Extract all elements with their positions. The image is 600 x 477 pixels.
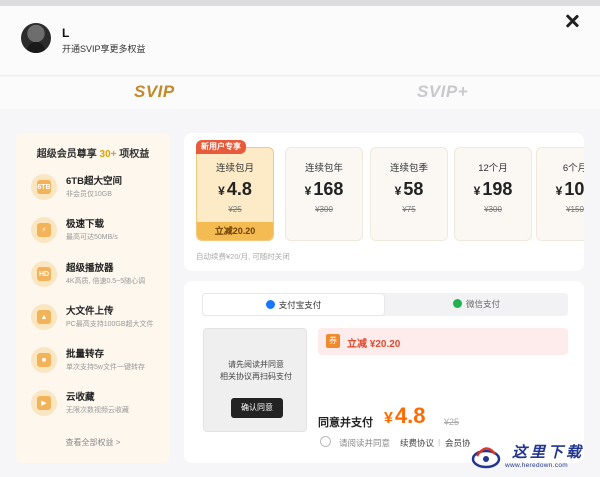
avatar [21, 23, 51, 53]
plan-original-price: ¥150 [566, 205, 584, 214]
plan-price: ¥198 [473, 179, 513, 199]
plan-price: ¥4.8 [218, 179, 252, 199]
benefits-count: 30+ [99, 149, 117, 160]
benefit-desc: PC最高支持100GB超大文件 [66, 321, 154, 328]
membership-tab-bar: SVIP SVIP+ [0, 77, 600, 109]
plan-name: 连续包年 [304, 163, 343, 174]
benefits-title: 超级会员尊享 30+ 项权益 [36, 149, 150, 160]
benefit-name: 批量转存 [66, 349, 105, 360]
tab-wechat-pay[interactable]: 微信支付 [385, 293, 568, 316]
qr-code-placeholder: 请先阅读并同意 相关协议再扫码支付 确认同意 [203, 328, 307, 432]
plan-option-6-months[interactable]: 6个月 ¥108 ¥150 [536, 147, 584, 241]
benefit-item: ■ 批量转存 单次支持5w文件一键转存 [31, 343, 170, 379]
plan-option-yearly-auto[interactable]: 连续包年 ¥168 ¥300 [285, 147, 363, 241]
plan-name: 6个月 [562, 163, 584, 174]
svip-purchase-dialog: L 开通SVIP享更多权益 SVIP SVIP+ 超级会员尊享 30+ 项权益 … [0, 0, 600, 477]
alipay-icon [265, 300, 275, 309]
benefit-item: ▲ 大文件上传 PC最高支持100GB超大文件 [31, 300, 170, 336]
benefit-item: 6TB 6TB超大空间 非会员仅10GB [31, 170, 170, 206]
tab-svip[interactable]: SVIP [134, 82, 175, 102]
final-price: ¥4.8 [384, 403, 426, 428]
benefits-panel: 超级会员尊享 30+ 项权益 6TB 6TB超大空间 非会员仅10GB ⚡ 极速… [16, 133, 170, 463]
plan-price: ¥108 [555, 179, 584, 199]
coupon-banner: 券 立减 ¥20.20 [318, 328, 568, 355]
benefit-desc: 单次支持5w文件一键转存 [66, 364, 145, 371]
plan-original-price: ¥25 [228, 205, 242, 214]
watermark-url: www.heredown.com [505, 462, 568, 469]
plan-original-price: ¥300 [315, 205, 333, 214]
batch-transfer-icon: ■ [31, 347, 57, 373]
benefit-name: 超级播放器 [66, 263, 114, 274]
plan-original-price: ¥300 [484, 205, 502, 214]
header-subtitle: 开通SVIP享更多权益 [62, 44, 146, 54]
final-original-price: ¥25 [444, 417, 460, 427]
dialog-header: L 开通SVIP享更多权益 [0, 6, 600, 76]
agreement-separator: | [438, 437, 441, 447]
tab-alipay[interactable]: 支付宝支付 [202, 293, 385, 316]
plan-option-monthly-auto[interactable]: 连续包月 ¥4.8 ¥25 立减20.20 [196, 147, 274, 241]
benefit-name: 6TB超大空间 [66, 176, 122, 187]
benefit-desc: 最高可达50MB/s [66, 234, 118, 241]
new-user-badge: 新用户专享 [196, 140, 246, 154]
coupon-text: 立减 ¥20.20 [347, 339, 401, 350]
cloud-favorite-icon: ▶ [31, 390, 57, 416]
benefit-item: ⚡ 极速下载 最高可达50MB/s [31, 213, 170, 249]
agreement-label: 请阅读并同意 [339, 438, 391, 448]
upload-arrow-icon: ▲ [31, 304, 57, 330]
qr-notice: 请先阅读并同意 相关协议再扫码支付 [220, 360, 292, 381]
plan-option-12-months[interactable]: 12个月 ¥198 ¥300 [454, 147, 532, 241]
tab-svip-plus[interactable]: SVIP+ [417, 82, 468, 102]
coupon-icon: 券 [326, 334, 340, 348]
plan-price: ¥58 [394, 179, 424, 199]
benefit-name: 云收藏 [66, 392, 95, 403]
benefit-item: ▶ 云收藏 无限次数视频云收藏 [31, 386, 170, 422]
benefit-desc: 4K高质, 倍速0.5~5随心调 [66, 278, 146, 285]
benefit-name: 大文件上传 [66, 306, 114, 317]
hd-player-icon: HD [31, 261, 57, 287]
membership-agreement-link[interactable]: 会员协 [445, 437, 471, 449]
renewal-agreement-link[interactable]: 续费协议 [400, 437, 434, 449]
user-name: L [62, 26, 70, 40]
benefit-desc: 无限次数视频云收藏 [66, 407, 129, 414]
plan-name: 连续包月 [215, 163, 254, 174]
wechat-icon [452, 299, 462, 308]
plan-name: 12个月 [478, 163, 508, 174]
watermark-title: 这里下载 [512, 443, 585, 461]
watermark-logo [471, 447, 501, 469]
payment-method-tabs: 支付宝支付 微信支付 [202, 293, 568, 316]
auto-renew-note: 自动续费¥20/月, 可随时关闭 [196, 252, 290, 261]
agree-and-pay-label: 同意并支付 [318, 417, 373, 429]
storage-6tb-icon: 6TB [31, 174, 57, 200]
benefit-name: 极速下载 [66, 219, 105, 230]
close-icon[interactable] [562, 12, 582, 32]
benefit-desc: 非会员仅10GB [66, 191, 112, 198]
benefit-item: HD 超级播放器 4K高质, 倍速0.5~5随心调 [31, 257, 170, 293]
plan-price: ¥168 [304, 179, 344, 199]
plan-discount-label: 立减20.20 [197, 222, 273, 240]
agreement-checkbox[interactable] [320, 436, 331, 447]
view-all-benefits-link[interactable]: 查看全部权益 > [16, 437, 170, 448]
plan-original-price: ¥75 [402, 205, 416, 214]
confirm-agree-button[interactable]: 确认同意 [231, 398, 283, 418]
lightning-icon: ⚡ [31, 217, 57, 243]
plan-name: 连续包季 [389, 163, 428, 174]
plan-option-quarterly-auto[interactable]: 连续包季 ¥58 ¥75 [370, 147, 448, 241]
